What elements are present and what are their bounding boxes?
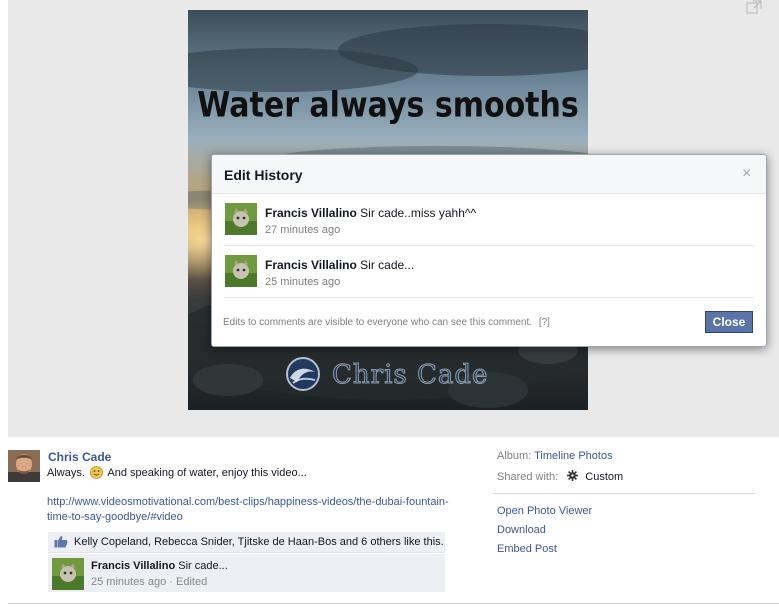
visibility-note-text: Edits to comments are visible to everyon… bbox=[223, 317, 533, 328]
post-text: Always. And speaking of water, enjoy thi… bbox=[47, 466, 307, 479]
history-item: Francis Villalino Sir cade... 25 minutes… bbox=[224, 247, 754, 298]
history-timestamp: 27 minutes ago bbox=[265, 224, 341, 236]
photo-brand-watermark: Chris Cade bbox=[331, 360, 489, 391]
like-thumb-icon[interactable] bbox=[54, 535, 68, 548]
album-label: Album: bbox=[497, 450, 532, 462]
comment-timestamp[interactable]: 25 minutes ago bbox=[91, 576, 166, 588]
album-link[interactable]: Timeline Photos bbox=[534, 450, 612, 462]
open-photo-viewer-link[interactable]: Open Photo Viewer bbox=[497, 505, 592, 517]
history-item: Francis Villalino Sir cade..miss yahh^^ … bbox=[224, 195, 754, 246]
history-comment-text: Sir cade..miss yahh^^ bbox=[360, 206, 477, 220]
visibility-note: Edits to comments are visible to everyon… bbox=[223, 317, 550, 328]
history-author-name[interactable]: Francis Villalino bbox=[265, 258, 357, 272]
history-timestamp: 25 minutes ago bbox=[265, 276, 341, 288]
album-row: Album: Timeline Photos bbox=[497, 450, 613, 462]
dialog-header: Edit History × bbox=[212, 155, 766, 194]
edit-history-dialog: Edit History × Francis Villalino Sir cad… bbox=[211, 154, 767, 347]
bottom-divider bbox=[8, 603, 779, 604]
photo-headline: Water always smooths bbox=[197, 85, 579, 126]
avatar[interactable] bbox=[225, 255, 257, 287]
download-link[interactable]: Download bbox=[497, 524, 546, 536]
avatar[interactable] bbox=[52, 558, 84, 590]
comment-meta: 25 minutes ago · Edited bbox=[91, 576, 207, 588]
history-author: Francis Villalino Sir cade..miss yahh^^ bbox=[265, 206, 476, 220]
video-link[interactable]: http://www.videosmotivational.com/best-c… bbox=[47, 495, 467, 525]
avatar[interactable] bbox=[8, 450, 40, 482]
gear-icon[interactable] bbox=[567, 470, 579, 481]
post-text-end: And speaking of water, enjoy this video.… bbox=[107, 467, 307, 479]
smiley-icon bbox=[90, 466, 103, 479]
history-comment-text: Sir cade... bbox=[360, 258, 415, 272]
dialog-title: Edit History bbox=[224, 167, 303, 183]
history-author: Francis Villalino Sir cade... bbox=[265, 258, 414, 272]
privacy-setting[interactable]: Custom bbox=[585, 471, 623, 483]
embed-post-link[interactable]: Embed Post bbox=[497, 543, 557, 555]
chris-cade-logo-icon bbox=[286, 357, 320, 391]
likes-bar: Kelly Copeland, Rebecca Snider, Tjitske … bbox=[48, 532, 445, 553]
history-author-name[interactable]: Francis Villalino bbox=[265, 206, 357, 220]
post-text-start: Always. bbox=[47, 467, 85, 479]
comment-text: Sir cade... bbox=[178, 560, 228, 572]
sidebar-divider bbox=[493, 493, 755, 494]
likes-summary[interactable]: Kelly Copeland, Rebecca Snider, Tjitske … bbox=[74, 536, 444, 548]
meta-separator: · bbox=[169, 576, 173, 588]
shared-with-row: Shared with: Custom bbox=[497, 470, 623, 483]
help-link[interactable]: [?] bbox=[539, 317, 550, 328]
close-icon[interactable]: × bbox=[742, 166, 751, 182]
post-author[interactable]: Chris Cade bbox=[48, 450, 111, 464]
expand-icon[interactable] bbox=[746, 0, 762, 14]
close-button[interactable]: Close bbox=[705, 311, 753, 333]
comment: Francis Villalino Sir cade... 25 minutes… bbox=[48, 554, 445, 592]
shared-with-label: Shared with: bbox=[497, 471, 559, 483]
edited-link[interactable]: Edited bbox=[176, 576, 207, 588]
comment-body: Francis Villalino Sir cade... bbox=[91, 560, 228, 572]
avatar[interactable] bbox=[225, 203, 257, 235]
comment-author[interactable]: Francis Villalino bbox=[91, 560, 175, 572]
